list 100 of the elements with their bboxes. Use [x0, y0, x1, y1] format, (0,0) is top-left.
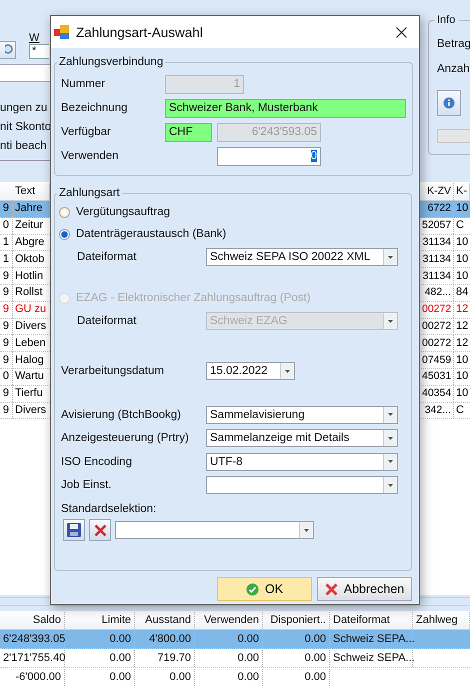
option-label: ungen zu: [0, 101, 48, 116]
field-label: Anzeigesteuerung (Prtry): [61, 432, 190, 444]
table-cell-text: 10: [455, 268, 470, 284]
dropdown[interactable]: UTF-8: [206, 452, 398, 471]
table-cell-text: C: [455, 218, 465, 234]
input-field[interactable]: Schweizer Bank, Musterbank: [165, 98, 406, 118]
dropdown[interactable]: [115, 521, 314, 539]
info-icon: [443, 97, 455, 109]
input-field[interactable]: CHF: [165, 122, 212, 142]
table-cell: -6'000.00: [0, 668, 65, 686]
table-cell: 9: [0, 200, 13, 218]
dropdown[interactable]: Schweiz SEPA ISO 20022 XML: [206, 248, 398, 266]
table-cell-text: Leben: [14, 336, 47, 351]
table-cell: 1: [0, 234, 13, 251]
field-label: Bezeichnung: [61, 102, 128, 114]
table-cell-text: 12: [455, 318, 470, 334]
table-cell: 9: [0, 268, 13, 285]
table-cell: 0.00: [195, 630, 263, 648]
check-icon: [246, 582, 259, 596]
table-cell: 9: [0, 301, 13, 318]
table-cell-text: 10: [455, 369, 470, 384]
app-icon: [54, 24, 70, 40]
table-row[interactable]: 2'171'755.40 0.00 719.70 0.00 0.00 Schweiz SEPA...: [0, 649, 470, 668]
table-cell: 9: [0, 318, 13, 335]
table-cell-text: Oktob: [14, 252, 46, 267]
radio-button[interactable]: [59, 228, 70, 240]
table-cell-text: 10: [455, 352, 470, 368]
table-cell-text: 12: [455, 336, 470, 351]
field-label: Standardselektion:: [61, 503, 158, 515]
column-header[interactable]: Disponiert..: [263, 612, 330, 629]
column-header[interactable]: Verwenden: [195, 612, 263, 629]
search-field[interactable]: *: [29, 44, 49, 59]
table-cell: Schweiz SEPA...: [330, 630, 413, 648]
window-title: Zahlungsart-Auswahl: [76, 24, 204, 40]
table-cell-text: 10: [455, 201, 470, 216]
table-cell: 0.00: [263, 630, 330, 648]
option-label: nit Skonto: [0, 120, 50, 135]
table-cell: 0: [0, 217, 13, 234]
column-header[interactable]: Zahlweg: [413, 612, 470, 629]
close-icon: [94, 524, 106, 536]
table-row[interactable]: 6'248'393.05 0.00 4'800.00 0.00 0.00 Schweiz SEPA...: [0, 630, 470, 650]
table-cell: 9: [0, 385, 13, 402]
dropdown[interactable]: 15.02.2022: [206, 362, 295, 380]
table-cell: 0.00: [195, 668, 263, 686]
dropdown[interactable]: Sammelavisierung: [206, 406, 398, 424]
save-icon: [67, 523, 81, 537]
column-header[interactable]: Ausstand: [135, 612, 195, 629]
table-cell: 0.00: [135, 668, 195, 686]
field-label: Avisierung (BtchBookg): [61, 408, 182, 421]
field-label: Anzahl: [437, 62, 470, 76]
table-cell-text: 10: [455, 252, 470, 267]
table-cell-text: Hotlin: [14, 268, 44, 284]
table-cell-text: Jahre: [14, 201, 44, 216]
close-icon: [396, 26, 406, 38]
table-cell: 719.70: [135, 650, 195, 667]
radio-option[interactable]: Datenträgeraustausch (Bank): [59, 223, 405, 245]
info-button[interactable]: [437, 90, 461, 116]
table-cell: Schweiz SEPA...: [330, 650, 413, 667]
field-label: Verfügbar: [61, 126, 112, 138]
table-cell: 0.00: [195, 650, 263, 667]
search-button[interactable]: [0, 41, 16, 59]
radio-option[interactable]: Vergütungsauftrag: [59, 201, 405, 223]
field-label: Job Einst.: [61, 479, 112, 492]
group-title: Zahlungsart: [58, 187, 121, 199]
table-row[interactable]: -6'000.00 0.00 0.00 0.00 0.00: [0, 668, 470, 686]
input-field[interactable]: [0, 64, 50, 82]
delete-button[interactable]: [89, 519, 111, 541]
table-cell-text: 84: [455, 285, 470, 300]
group-title: Info: [435, 14, 459, 26]
table-cell: 9: [0, 334, 13, 352]
table-cell: 1: [0, 250, 13, 268]
table-cell: 9: [0, 284, 13, 302]
table-cell: 0.00: [65, 668, 135, 686]
table-cell: 6'248'393.05: [0, 630, 65, 648]
table-cell: 0.00: [263, 668, 330, 686]
radio-button[interactable]: [59, 206, 70, 218]
dropdown[interactable]: [206, 476, 398, 494]
input-field[interactable]: 0: [217, 146, 321, 166]
dropdown[interactable]: Sammelanzeige mit Details: [206, 429, 398, 448]
column-header[interactable]: K-: [454, 182, 470, 200]
table-cell: 9: [0, 352, 13, 369]
column-header[interactable]: Dateiformat: [330, 612, 413, 629]
cancel-button[interactable]: Abbrechen: [317, 577, 412, 601]
table-cell-text: Abgre: [14, 235, 46, 250]
column-header[interactable]: Limite: [65, 612, 135, 629]
table-cell-text: 10: [455, 235, 470, 250]
ok-button[interactable]: OK: [217, 577, 312, 601]
field-label: ISO Encoding: [61, 456, 133, 468]
field-label: Nummer: [61, 78, 106, 90]
table-cell-text: 10: [455, 386, 470, 402]
field-label: Verwenden: [61, 150, 120, 162]
save-button[interactable]: [63, 519, 85, 541]
table-cell-text: Halog: [14, 352, 45, 368]
table-cell-text: Wartu: [14, 369, 45, 384]
field-label: Dateiformat: [76, 315, 138, 327]
option-label: nti beach: [0, 139, 48, 154]
search-icon: [5, 44, 15, 56]
table-cell-text: Divers: [14, 402, 48, 418]
column-header[interactable]: Saldo: [0, 612, 65, 629]
table-cell: 0: [0, 368, 13, 386]
